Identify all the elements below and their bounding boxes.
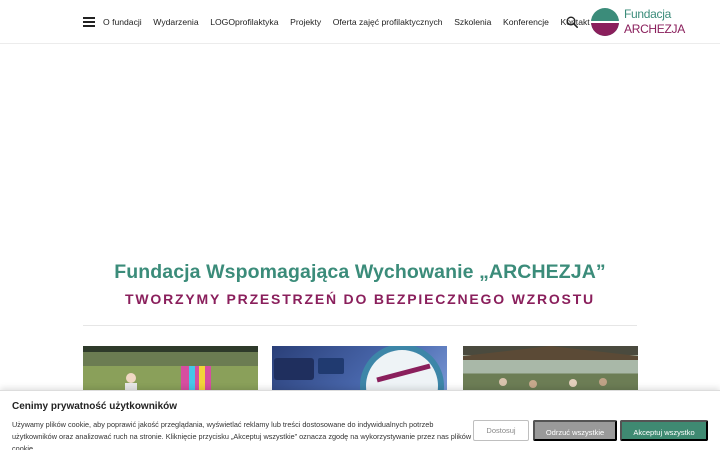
cookie-description: Używamy plików cookie, aby poprawić jako…	[12, 420, 472, 450]
nav-item-projekty[interactable]: Projekty	[290, 16, 321, 28]
nav-item-wydarzenia[interactable]: Wydarzenia	[153, 16, 198, 28]
site-logo[interactable]: Fundacja ARCHEZJA	[590, 7, 685, 37]
reject-all-button[interactable]: Odrzuć wszystkie	[533, 420, 617, 441]
cookie-title: Cenimy prywatność użytkowników	[12, 401, 178, 412]
site-header: O fundacji Wydarzenia LOGOprofilaktyka P…	[0, 0, 720, 44]
search-icon[interactable]	[566, 16, 578, 28]
nav-item-oferta[interactable]: Oferta zajęć profilaktycznych	[333, 16, 443, 28]
accept-all-button[interactable]: Akceptuj wszystko	[620, 420, 708, 441]
nav-item-logoprofilaktyka[interactable]: LOGOprofilaktyka	[210, 16, 278, 28]
news-card-2-image[interactable]	[272, 346, 447, 396]
nav-item-szkolenia[interactable]: Szkolenia	[454, 16, 491, 28]
logo-emblem-icon	[591, 8, 619, 36]
hero-title: Fundacja Wspomagająca Wychowanie „ARCHEZ…	[114, 261, 606, 283]
main-nav: O fundacji Wydarzenia LOGOprofilaktyka P…	[103, 16, 590, 28]
cookie-consent-banner: Cenimy prywatność użytkowników Używamy p…	[0, 390, 720, 450]
section-divider	[83, 325, 637, 326]
menu-icon[interactable]	[83, 17, 95, 27]
logo-line1: Fundacja	[624, 7, 671, 21]
news-card-1-image[interactable]	[83, 346, 258, 396]
hero-subtitle: TWORZYMY PRZESTRZEŃ DO BEZPIECZNEGO WZRO…	[125, 291, 595, 307]
logo-line2: ARCHEZJA	[624, 22, 685, 36]
news-card-3-image[interactable]	[463, 346, 638, 396]
nav-item-o-fundacji[interactable]: O fundacji	[103, 16, 142, 28]
customize-button[interactable]: Dostosuj	[473, 420, 529, 441]
nav-item-konferencje[interactable]: Konferencje	[503, 16, 549, 28]
